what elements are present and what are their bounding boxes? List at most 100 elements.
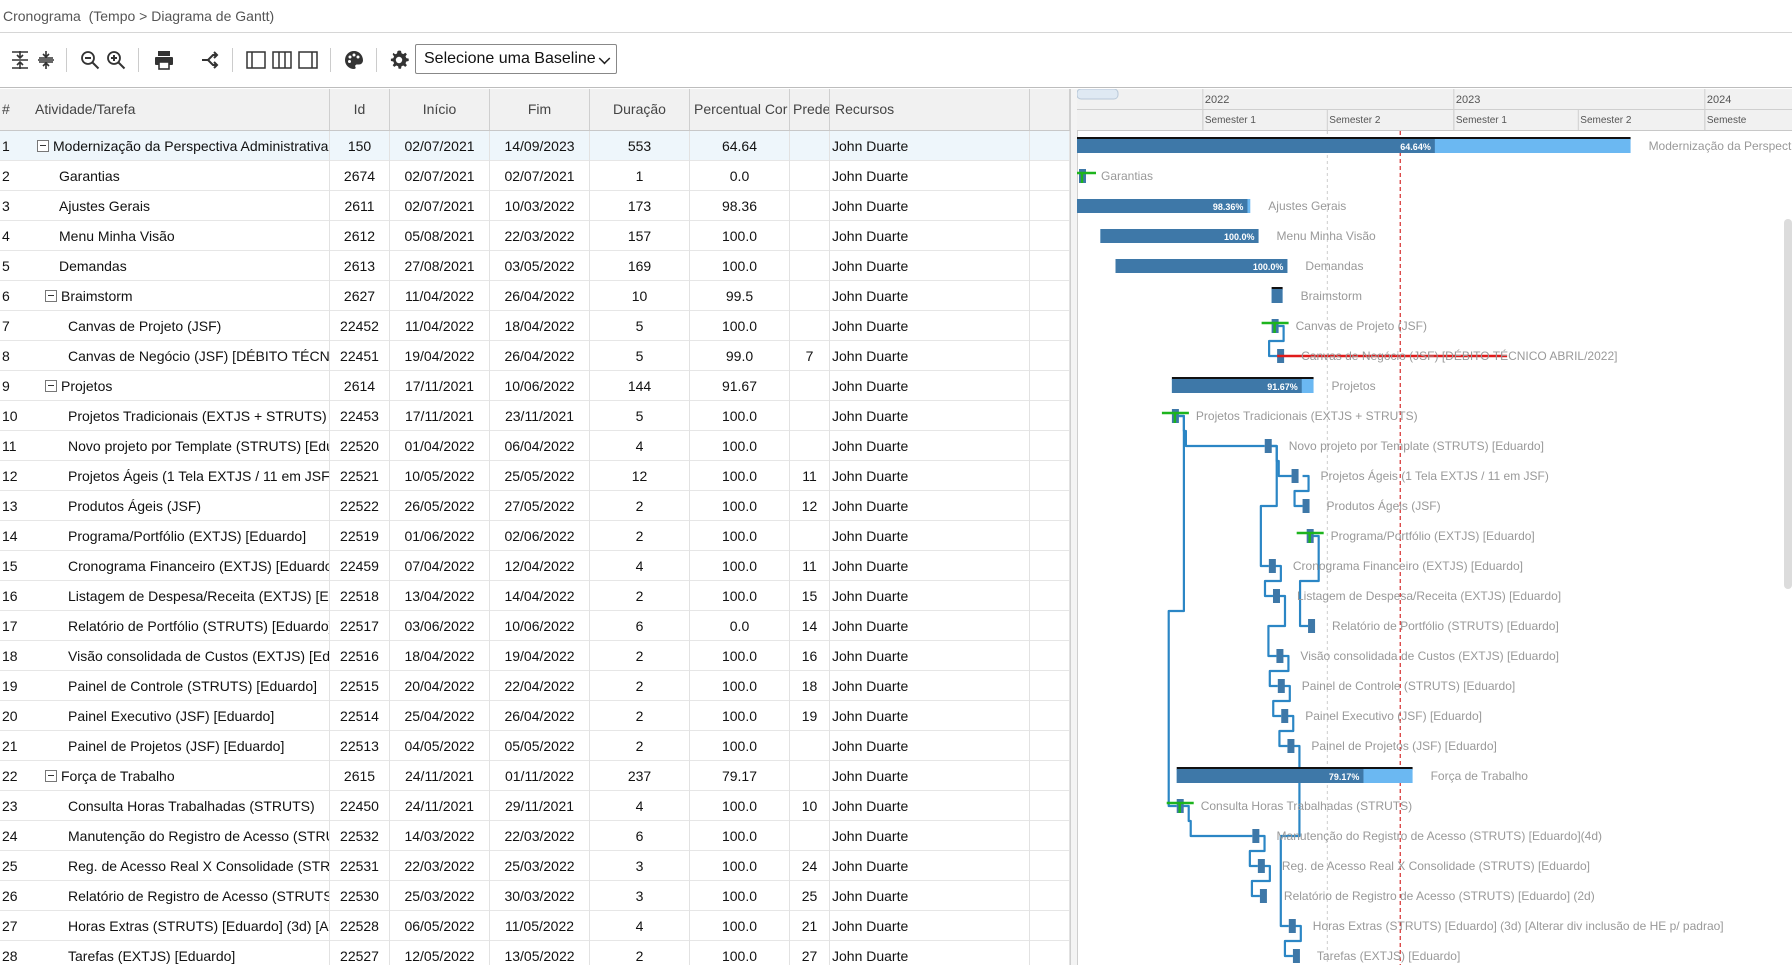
table-row[interactable]: 11 Novo projeto por Template (STRUTS) [Ed… [0, 431, 1070, 461]
table-row[interactable]: 18 Visão consolidada de Custos (EXTJS) [E… [0, 641, 1070, 671]
col-header-percent[interactable]: Percentual Cor [690, 89, 790, 130]
resource-cell: John Duarte [830, 461, 1030, 491]
table-row[interactable]: 17 Relatório de Portfólio (STRUTS) [Eduar… [0, 611, 1070, 641]
percent-cell: 100.0 [690, 701, 790, 731]
table-row[interactable]: 16 Listagem de Despesa/Receita (EXTJS) [E… [0, 581, 1070, 611]
baseline-select[interactable]: Selecione uma Baseline [415, 44, 617, 74]
table-row[interactable]: 1 Modernização da Perspectiva Administrat… [0, 131, 1070, 161]
task-name-cell: Garantias [30, 161, 330, 191]
table-row[interactable]: 3 Ajustes Gerais 2611 02/07/2021 10/03/2022 1… [0, 191, 1070, 221]
vertical-scrollbar[interactable] [1784, 219, 1792, 589]
end-date-cell: 27/05/2022 [490, 491, 590, 521]
table-row[interactable]: 25 Reg. de Acesso Real X Consolidade (STR… [0, 851, 1070, 881]
table-row[interactable]: 10 Projetos Tradicionais (EXTJS + STRUTS)… [0, 401, 1070, 431]
predecessor-cell: 12 [790, 491, 830, 521]
start-date-cell-text: 06/05/2022 [404, 918, 475, 934]
table-row[interactable]: 23 Consulta Horas Trabalhadas (STRUTS) 224… [0, 791, 1070, 821]
row-number-cell-text: 20 [2, 708, 18, 724]
table-row[interactable]: 2 Garantias 2674 02/07/2021 02/07/2021 1 0.0 Jo… [0, 161, 1070, 191]
row-number-cell-text: 14 [2, 528, 18, 544]
id-cell: 22521 [330, 461, 390, 491]
table-row[interactable]: 28 Tarefas (EXTJS) [Eduardo] 22527 12/05/20… [0, 941, 1070, 965]
table-row[interactable]: 22 Força de Trabalho 2615 24/11/2021 01/11/2… [0, 761, 1070, 791]
percent-cell-text: 100.0 [721, 528, 758, 544]
end-date-cell-text: 02/07/2021 [504, 168, 575, 184]
collapse-toggle-icon[interactable] [45, 770, 57, 783]
predecessor-cell: 25 [790, 881, 830, 911]
task-bar [1291, 469, 1299, 483]
table-row[interactable]: 13 Produtos Ágeis (JSF) 22522 26/05/2022 27/… [0, 491, 1070, 521]
start-date-cell: 24/11/2021 [390, 791, 490, 821]
percent-cell: 99.0 [690, 341, 790, 371]
table-row[interactable]: 6 Braimstorm 2627 11/04/2022 26/04/2022 10 99.… [0, 281, 1070, 311]
collapse-toggle-icon[interactable] [45, 290, 57, 303]
percent-cell: 100.0 [690, 221, 790, 251]
percent-cell-text: 100.0 [721, 408, 758, 424]
id-cell: 22514 [330, 701, 390, 731]
task-name-cell: Programa/Portfólio (EXTJS) [Eduardo] [30, 521, 330, 551]
row-number-cell: 7 [0, 311, 30, 341]
id-cell: 22528 [330, 911, 390, 941]
predecessor-cell [790, 761, 830, 791]
table-row[interactable]: 27 Horas Extras (STRUTS) [Eduardo] (3d) [… [0, 911, 1070, 941]
row-number-cell-text: 8 [2, 348, 10, 364]
gear-icon[interactable] [387, 46, 411, 74]
print-icon[interactable] [152, 46, 176, 74]
duration-cell: 4 [590, 431, 690, 461]
table-row[interactable]: 14 Programa/Portfólio (EXTJS) [Eduardo] 22… [0, 521, 1070, 551]
table-row[interactable]: 9 Projetos 2614 17/11/2021 10/06/2022 144 91.6… [0, 371, 1070, 401]
duration-cell-text: 2 [635, 648, 644, 664]
layout-grid-only-icon[interactable] [244, 46, 268, 74]
layout-chart-only-icon[interactable] [296, 46, 320, 74]
table-row[interactable]: 12 Projetos Ágeis (1 Tela EXTJS / 11 em J… [0, 461, 1070, 491]
start-date-cell: 18/04/2022 [390, 641, 490, 671]
table-row[interactable]: 24 Manutenção do Registro de Acesso (STRU… [0, 821, 1070, 851]
col-header-resources[interactable]: Recursos [830, 89, 1030, 130]
col-header-duration[interactable]: Duração [590, 89, 690, 130]
col-header-number[interactable]: # [0, 89, 30, 130]
id-cell: 22517 [330, 611, 390, 641]
percent-cell-text: 99.0 [725, 348, 754, 364]
col-header-predecessors[interactable]: Prede [790, 89, 830, 130]
table-row[interactable]: 19 Painel de Controle (STRUTS) [Eduardo] 2… [0, 671, 1070, 701]
resource-cell: John Duarte [830, 911, 1030, 941]
duration-cell: 169 [590, 251, 690, 281]
table-row[interactable]: 7 Canvas de Projeto (JSF) 22452 11/04/2022 1… [0, 311, 1070, 341]
percent-cell-text: 64.64 [721, 138, 758, 154]
resource-cell: John Duarte [830, 491, 1030, 521]
duration-cell: 4 [590, 551, 690, 581]
collapse-toggle-icon[interactable] [37, 140, 49, 153]
table-row[interactable]: 21 Painel de Projetos (JSF) [Eduardo] 2251… [0, 731, 1070, 761]
palette-icon[interactable] [342, 46, 366, 74]
duration-cell: 2 [590, 731, 690, 761]
bar-task-label: Cronograma Financeiro (EXTJS) [Eduardo] [1293, 559, 1523, 573]
expand-all-icon[interactable] [8, 46, 32, 74]
col-header-id[interactable]: Id [330, 89, 390, 130]
zoom-out-icon[interactable] [78, 46, 102, 74]
col-header-end[interactable]: Fim [490, 89, 590, 130]
percent-cell: 64.64 [690, 131, 790, 161]
table-row[interactable]: 8 Canvas de Negócio (JSF) [DÉBITO TÉCNICO… [0, 341, 1070, 371]
critical-path-icon[interactable] [198, 46, 222, 74]
task-name-text: Cronograma Financeiro (EXTJS) [Eduardo] [68, 558, 330, 574]
collapse-toggle-icon[interactable] [45, 380, 57, 393]
layout-split-icon[interactable] [270, 46, 294, 74]
table-row[interactable]: 15 Cronograma Financeiro (EXTJS) [Eduardo… [0, 551, 1070, 581]
zoom-in-icon[interactable] [104, 46, 128, 74]
table-row[interactable]: 5 Demandas 2613 27/08/2021 03/05/2022 169 100.… [0, 251, 1070, 281]
table-row[interactable]: 4 Menu Minha Visão 2612 05/08/2021 22/03/202… [0, 221, 1070, 251]
table-row[interactable]: 26 Relatório de Registro de Acesso (STRUT… [0, 881, 1070, 911]
col-header-start[interactable]: Início [390, 89, 490, 130]
start-date-cell-text: 13/04/2022 [404, 588, 475, 604]
id-cell-text: 22453 [340, 408, 379, 424]
table-row[interactable]: 20 Painel Executivo (JSF) [Eduardo] 22514 2… [0, 701, 1070, 731]
dependency-link [1167, 414, 1185, 808]
predecessor-cell: 15 [790, 581, 830, 611]
col-header-task[interactable]: Atividade/Tarefa [30, 89, 330, 130]
duration-cell: 4 [590, 911, 690, 941]
task-name-cell: Painel de Projetos (JSF) [Eduardo] [30, 731, 330, 761]
collapse-all-icon[interactable] [34, 46, 58, 74]
start-date-cell-text: 24/11/2021 [404, 798, 475, 814]
empty-cell [1030, 221, 1070, 251]
start-date-cell: 07/04/2022 [390, 551, 490, 581]
